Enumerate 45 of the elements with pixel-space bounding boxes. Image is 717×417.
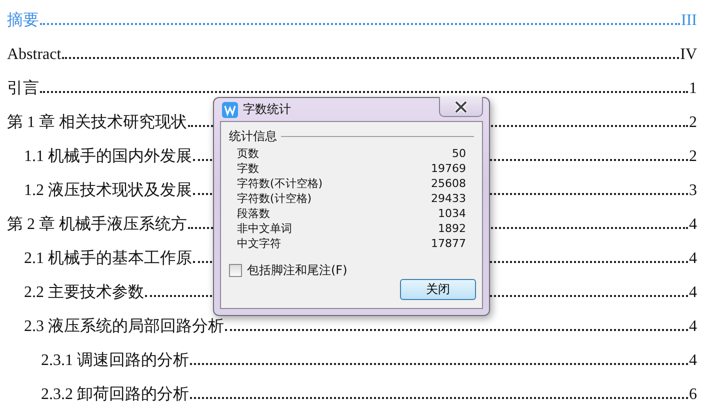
stat-label: 字符数(不计空格): [237, 176, 324, 191]
stat-label: 字数: [237, 161, 260, 176]
page-number: 6: [689, 385, 697, 405]
page-number: 4: [689, 283, 697, 303]
stat-value: 17877: [431, 236, 466, 251]
toc-entry: Abstract: [7, 45, 62, 65]
stat-label: 非中文单词: [237, 221, 293, 236]
page-number: IV: [680, 45, 697, 65]
stat-value: 19769: [431, 161, 466, 176]
toc-entry: 2.1 机械手的基本工作原: [24, 248, 192, 269]
toc-entry: 第 2 章 机械手液压系统方: [7, 214, 187, 235]
stat-label: 页数: [237, 146, 260, 161]
toc-entry: 2.2 主要技术参数: [24, 282, 144, 303]
stat-label: 字符数(计空格): [237, 191, 313, 206]
stat-value: 29433: [431, 191, 466, 206]
page-number: 4: [689, 351, 697, 371]
stat-value: 1034: [437, 206, 466, 221]
toc-entry: 2.3.2 卸荷回路的分析: [41, 384, 189, 405]
checkbox[interactable]: [229, 264, 242, 277]
page-number: 4: [689, 317, 697, 337]
stat-label: 段落数: [237, 206, 271, 221]
app-logo-icon: [222, 102, 238, 118]
stat-label: 中文字符: [237, 236, 282, 251]
toc-entry: 1.1 机械手的国内外发展: [24, 146, 192, 167]
page-number: 1: [689, 79, 697, 99]
close-dialog-button[interactable]: 关闭: [400, 279, 476, 300]
group-label: 统计信息: [229, 128, 277, 145]
close-icon: [454, 100, 468, 112]
stat-value: 25608: [431, 176, 466, 191]
checkbox-label: 包括脚注和尾注(F): [247, 262, 348, 279]
page-number: III: [681, 11, 697, 31]
toc-entry: 2.3 液压系统的局部回路分析: [24, 316, 224, 337]
toc-entry: 引言: [7, 78, 39, 99]
page-number: 2: [689, 113, 697, 133]
stat-value: 1892: [437, 221, 466, 236]
toc-entry: 1.2 液压技术现状及发展: [24, 180, 192, 201]
dialog-title: 字数统计: [243, 101, 292, 118]
toc-entry: 第 1 章 相关技术研究现状: [7, 112, 187, 133]
page-number: 4: [689, 249, 697, 269]
page-number: 3: [689, 181, 697, 201]
page-number: 4: [689, 215, 697, 235]
stat-value: 50: [451, 146, 466, 161]
close-button[interactable]: [439, 97, 483, 117]
page-number: 2: [689, 147, 697, 167]
toc-entry: 2.3.1 调速回路的分析: [41, 350, 189, 371]
